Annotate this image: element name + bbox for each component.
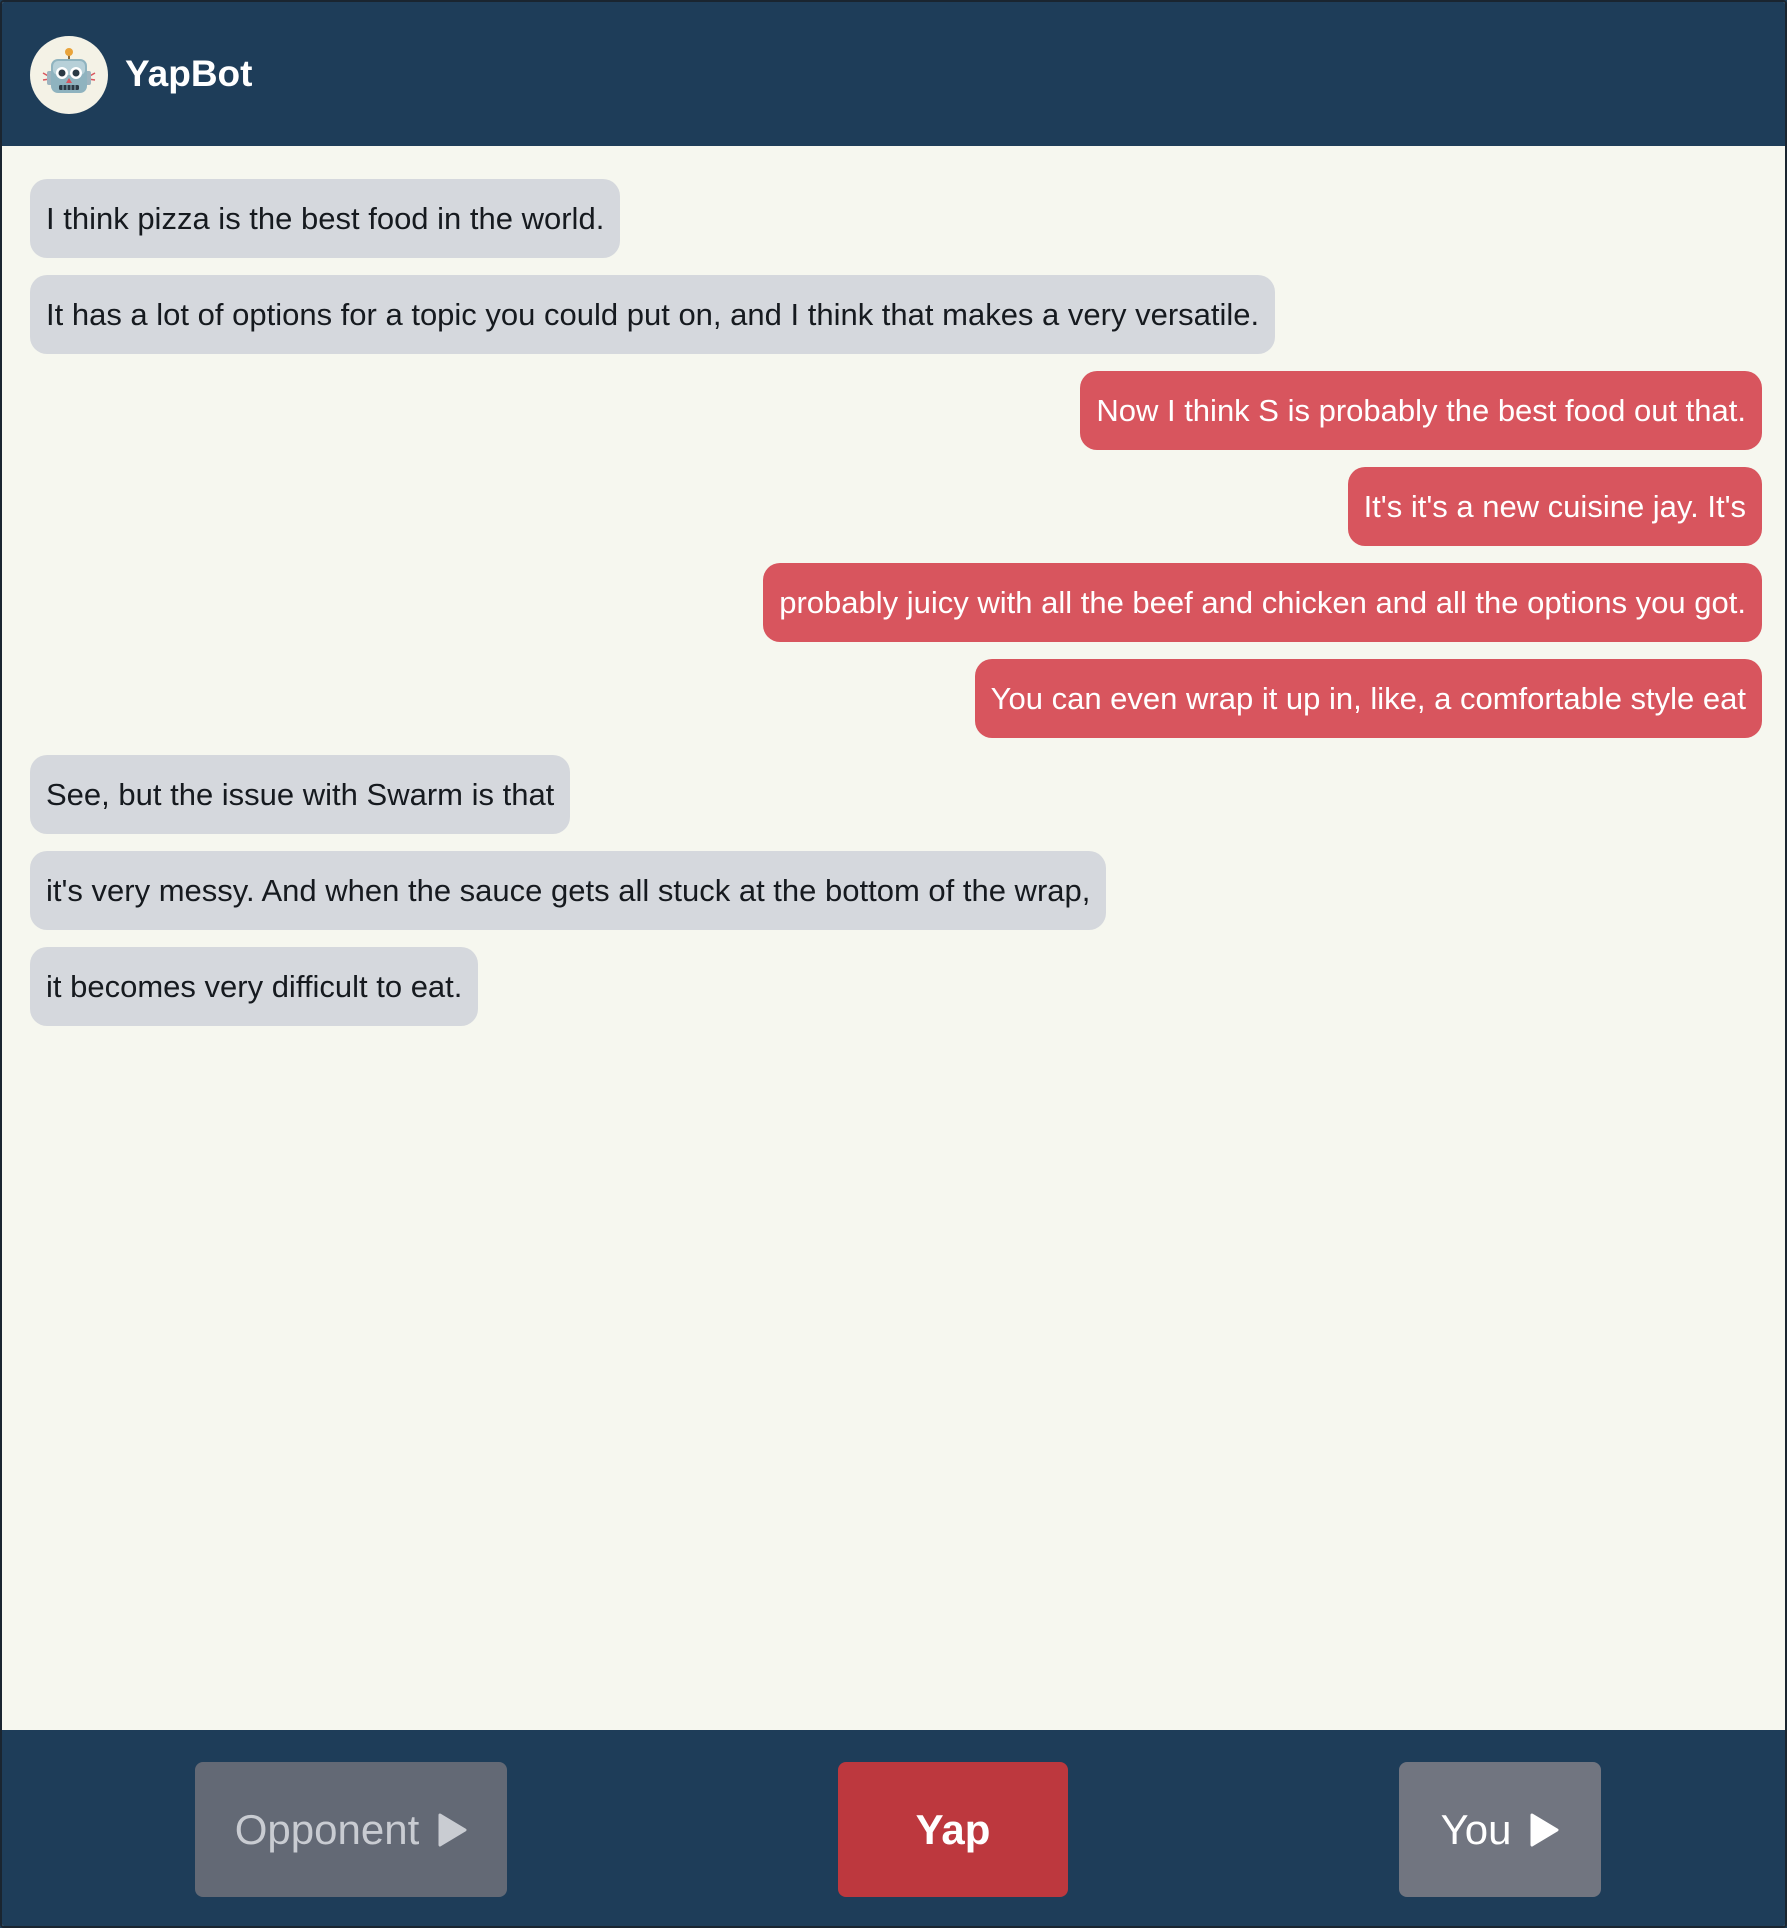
message-row-opponent: it becomes very difficult to eat.	[30, 947, 1762, 1026]
play-icon	[437, 1813, 467, 1847]
message-row-you: Now I think S is probably the best food …	[30, 371, 1762, 450]
opponent-message-bubble: I think pizza is the best food in the wo…	[30, 179, 621, 258]
opponent-message-bubble: It has a lot of options for a topic you …	[30, 275, 1276, 354]
you-message-bubble: probably juicy with all the beef and chi…	[763, 563, 1762, 642]
you-message-bubble: It's it's a new cuisine jay. It's	[1347, 467, 1762, 546]
you-message-bubble: You can even wrap it up in, like, a comf…	[974, 659, 1762, 738]
yap-button-label: Yap	[915, 1805, 991, 1853]
opponent-button[interactable]: Opponent	[195, 1762, 507, 1897]
robot-icon	[42, 48, 96, 93]
play-icon	[1529, 1813, 1559, 1847]
message-row-you: probably juicy with all the beef and chi…	[30, 563, 1762, 642]
you-button[interactable]: You	[1399, 1762, 1601, 1897]
chat-transcript[interactable]: I think pizza is the best food in the wo…	[2, 146, 1785, 1730]
you-button-label: You	[1440, 1805, 1512, 1853]
opponent-message-bubble: it's very messy. And when the sauce gets…	[30, 851, 1107, 930]
yap-button[interactable]: Yap	[838, 1762, 1068, 1897]
message-row-you: You can even wrap it up in, like, a comf…	[30, 659, 1762, 738]
header-bar: YapBot	[2, 2, 1785, 146]
message-row-opponent: it's very messy. And when the sauce gets…	[30, 851, 1762, 930]
control-bar: Opponent Yap You	[2, 1730, 1785, 1926]
opponent-message-bubble: it becomes very difficult to eat.	[30, 947, 479, 1026]
app-window: YapBot I think pizza is the best food in…	[0, 0, 1787, 1928]
avatar	[30, 36, 108, 114]
message-row-opponent: It has a lot of options for a topic you …	[30, 275, 1762, 354]
message-row-opponent: I think pizza is the best food in the wo…	[30, 179, 1762, 258]
message-row-you: It's it's a new cuisine jay. It's	[30, 467, 1762, 546]
opponent-message-bubble: See, but the issue with Swarm is that	[30, 755, 571, 834]
message-row-opponent: See, but the issue with Swarm is that	[30, 755, 1762, 834]
app-title: YapBot	[125, 53, 253, 94]
opponent-button-label: Opponent	[234, 1805, 420, 1853]
you-message-bubble: Now I think S is probably the best food …	[1080, 371, 1762, 450]
